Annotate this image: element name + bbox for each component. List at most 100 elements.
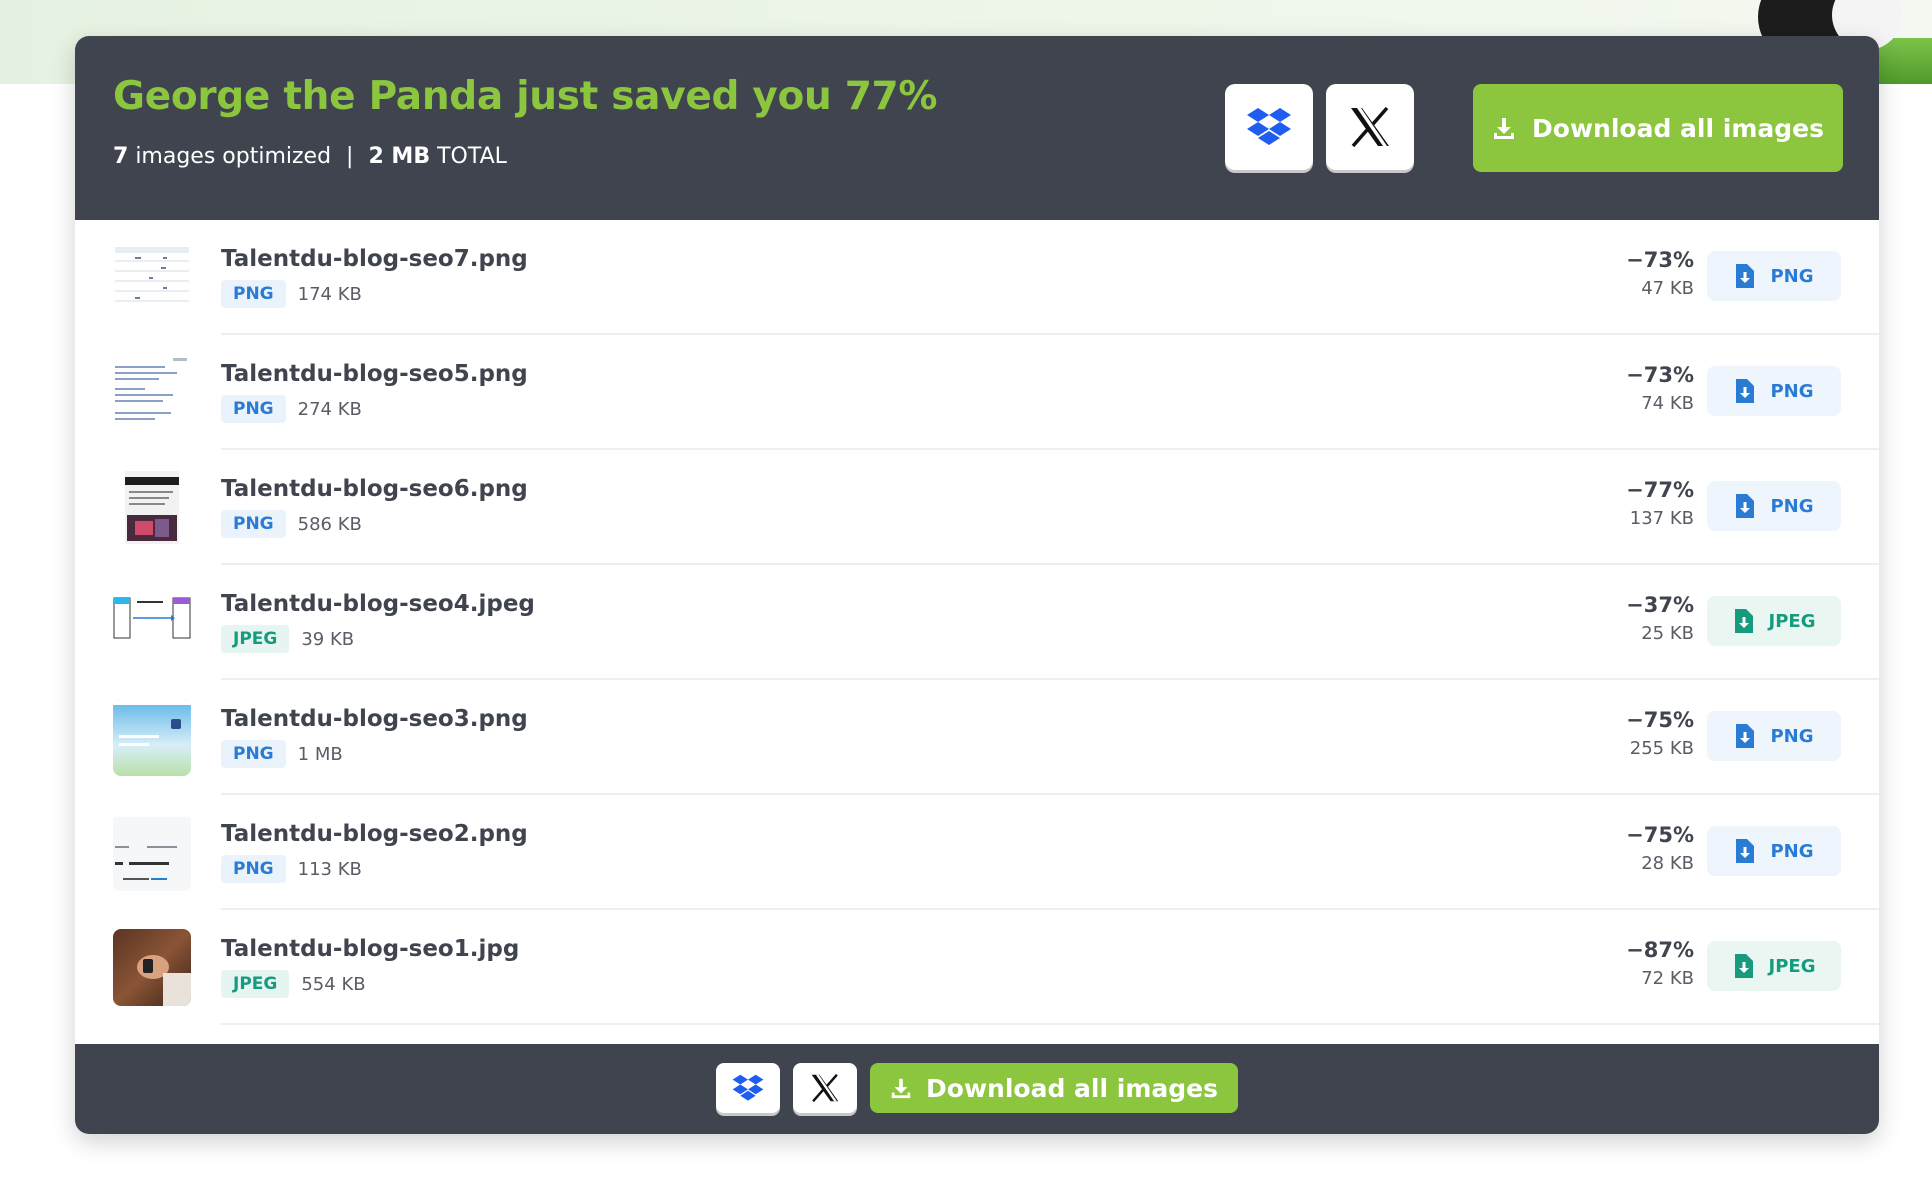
image-thumbnail[interactable]: [113, 354, 191, 431]
share-on-x-button[interactable]: [1326, 84, 1414, 170]
list-item: Talentdu-blog-seo3.png PNG 1 MB −75% 255…: [75, 680, 1879, 795]
dropbox-icon: [732, 1074, 764, 1102]
results-panel: George the Panda just saved you 77% 7 im…: [75, 36, 1879, 1134]
summary-separator: |: [346, 144, 354, 169]
file-name: Talentdu-blog-seo1.jpg: [221, 936, 520, 962]
file-type-badge: JPEG: [221, 970, 290, 998]
file-name: Talentdu-blog-seo3.png: [221, 706, 528, 732]
download-format-label: PNG: [1770, 840, 1814, 862]
optimized-size: 25 KB: [1641, 623, 1694, 644]
file-download-icon: [1733, 954, 1753, 978]
download-format-label: JPEG: [1768, 610, 1816, 632]
original-size: 39 KB: [301, 628, 355, 650]
file-download-icon: [1734, 494, 1755, 518]
optimized-size: 137 KB: [1629, 508, 1694, 529]
file-download-icon: [1734, 724, 1755, 748]
image-count: 7: [113, 144, 129, 169]
download-file-button[interactable]: PNG: [1707, 481, 1841, 531]
download-format-label: PNG: [1770, 265, 1814, 287]
file-meta: PNG 274 KB: [221, 395, 362, 423]
download-format-label: JPEG: [1768, 955, 1816, 977]
savings-percent: −75%: [1626, 708, 1694, 732]
file-name: Talentdu-blog-seo2.png: [221, 821, 528, 847]
optimization-summary: 7 images optimized | 2 MB TOTAL: [113, 144, 507, 169]
total-size: 2 MB: [368, 144, 431, 169]
optimized-size: 28 KB: [1641, 853, 1694, 874]
download-file-button[interactable]: PNG: [1707, 826, 1841, 876]
download-format-label: PNG: [1770, 495, 1814, 517]
share-on-x-button[interactable]: [793, 1063, 857, 1113]
list-item: Talentdu-blog-seo6.png PNG 586 KB −77% 1…: [75, 450, 1879, 565]
file-name: Talentdu-blog-seo4.jpeg: [221, 591, 535, 617]
optimized-size: 72 KB: [1641, 968, 1694, 989]
image-thumbnail[interactable]: [113, 469, 191, 546]
original-size: 586 KB: [297, 513, 362, 535]
save-to-dropbox-button[interactable]: [1225, 84, 1313, 170]
savings-percent: −37%: [1626, 593, 1694, 617]
image-thumbnail[interactable]: [113, 584, 191, 661]
file-type-badge: PNG: [221, 855, 286, 883]
file-download-icon: [1734, 379, 1755, 403]
file-type-badge: PNG: [221, 510, 286, 538]
file-name: Talentdu-blog-seo7.png: [221, 246, 528, 272]
file-meta: JPEG 554 KB: [221, 970, 366, 998]
download-all-images-button[interactable]: Download all images: [1473, 84, 1843, 172]
save-to-dropbox-button[interactable]: [716, 1063, 780, 1113]
list-item: Talentdu-blog-seo4.jpeg JPEG 39 KB −37% …: [75, 565, 1879, 680]
image-thumbnail[interactable]: [113, 239, 191, 316]
savings-percent: −87%: [1626, 938, 1694, 962]
x-logo-icon: [1349, 107, 1391, 147]
download-format-label: PNG: [1770, 380, 1814, 402]
optimized-images-list: Talentdu-blog-seo7.png PNG 174 KB −73% 4…: [75, 220, 1879, 1025]
optimized-size: 255 KB: [1629, 738, 1694, 759]
original-size: 554 KB: [301, 973, 366, 995]
savings-percent: −73%: [1626, 248, 1694, 272]
savings-headline: George the Panda just saved you 77%: [113, 74, 938, 119]
file-type-badge: JPEG: [221, 625, 290, 653]
download-file-button[interactable]: JPEG: [1707, 941, 1841, 991]
results-header: George the Panda just saved you 77% 7 im…: [75, 36, 1879, 220]
download-icon: [890, 1077, 912, 1099]
original-size: 1 MB: [297, 743, 343, 765]
file-meta: JPEG 39 KB: [221, 625, 354, 653]
row-divider: [221, 1023, 1879, 1025]
savings-percent: −75%: [1626, 823, 1694, 847]
file-meta: PNG 1 MB: [221, 740, 343, 768]
file-meta: PNG 586 KB: [221, 510, 362, 538]
file-type-badge: PNG: [221, 280, 286, 308]
file-download-icon: [1734, 264, 1755, 288]
download-all-images-button[interactable]: Download all images: [870, 1063, 1238, 1113]
image-count-label: images optimized: [135, 144, 332, 169]
optimized-size: 74 KB: [1641, 393, 1694, 414]
download-file-button[interactable]: JPEG: [1707, 596, 1841, 646]
file-meta: PNG 113 KB: [221, 855, 362, 883]
download-file-button[interactable]: PNG: [1707, 251, 1841, 301]
download-icon: [1492, 116, 1516, 140]
original-size: 113 KB: [297, 858, 362, 880]
dropbox-icon: [1247, 107, 1291, 147]
savings-percent: −73%: [1626, 363, 1694, 387]
original-size: 274 KB: [297, 398, 362, 420]
total-label: TOTAL: [437, 144, 507, 169]
image-thumbnail[interactable]: [113, 929, 191, 1006]
savings-percent: −77%: [1626, 478, 1694, 502]
list-item: Talentdu-blog-seo5.png PNG 274 KB −73% 7…: [75, 335, 1879, 450]
optimized-size: 47 KB: [1641, 278, 1694, 299]
image-thumbnail[interactable]: [113, 814, 191, 891]
download-file-button[interactable]: PNG: [1707, 366, 1841, 416]
file-meta: PNG 174 KB: [221, 280, 362, 308]
download-format-label: PNG: [1770, 725, 1814, 747]
image-thumbnail[interactable]: [113, 699, 191, 776]
file-name: Talentdu-blog-seo6.png: [221, 476, 528, 502]
file-download-icon: [1733, 609, 1753, 633]
file-name: Talentdu-blog-seo5.png: [221, 361, 528, 387]
download-file-button[interactable]: PNG: [1707, 711, 1841, 761]
original-size: 174 KB: [297, 283, 362, 305]
list-item: Talentdu-blog-seo1.jpg JPEG 554 KB −87% …: [75, 910, 1879, 1025]
results-footer: Download all images: [75, 1044, 1879, 1134]
download-all-label: Download all images: [1532, 113, 1824, 143]
file-type-badge: PNG: [221, 395, 286, 423]
list-item: Talentdu-blog-seo2.png PNG 113 KB −75% 2…: [75, 795, 1879, 910]
x-logo-icon: [810, 1074, 840, 1102]
download-all-label: Download all images: [926, 1073, 1218, 1103]
